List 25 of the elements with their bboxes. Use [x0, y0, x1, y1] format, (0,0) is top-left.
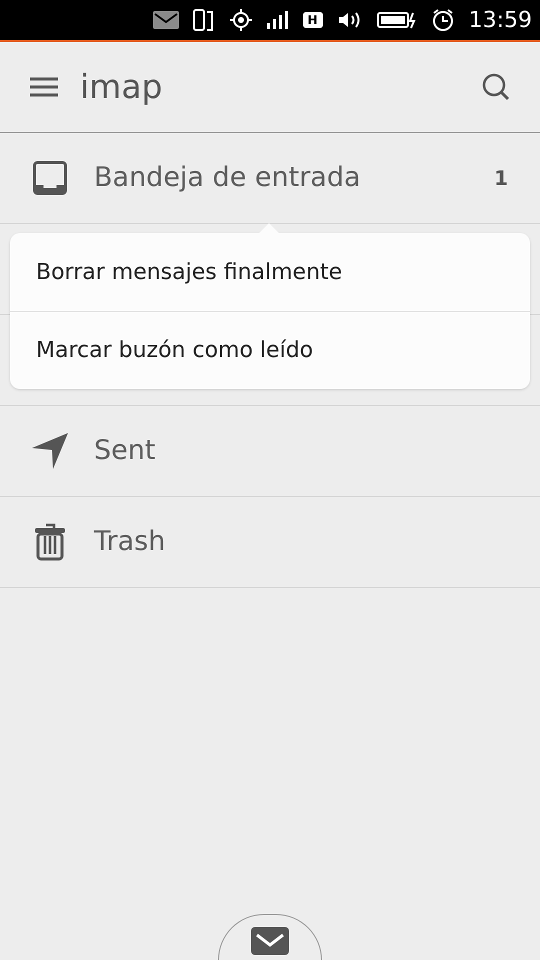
menu-icon[interactable] [30, 77, 58, 97]
folder-name: Sent [94, 434, 156, 468]
menu-item[interactable]: Marcar buzón como leído [10, 311, 530, 389]
folder-row[interactable]: Sent [0, 406, 540, 497]
folder-row[interactable]: Bandeja de entrada 1 [0, 133, 540, 224]
folder-name: Bandeja de entrada [94, 160, 362, 195]
battery-icon [376, 10, 417, 30]
phone-icon [192, 8, 215, 32]
menu-item[interactable]: Borrar mensajes finalmente [10, 233, 530, 311]
mail-icon [251, 927, 289, 955]
folder-row[interactable]: Trash [0, 497, 540, 588]
clock-time: 13:59 [468, 6, 532, 34]
paper-plane-icon [32, 433, 68, 469]
network-type-badge: H [302, 12, 323, 28]
trash-icon [35, 523, 65, 561]
header-title: imap [80, 66, 164, 108]
mail-icon [152, 11, 179, 29]
alarm-clock-icon [430, 8, 455, 32]
location-icon [228, 8, 253, 32]
compose-button[interactable] [218, 914, 322, 960]
unread-count: 1 [494, 165, 508, 192]
search-icon[interactable] [482, 73, 510, 101]
signal-icon [266, 11, 289, 29]
inbox-tray-icon [33, 161, 67, 195]
folder-name: Trash [94, 524, 166, 559]
